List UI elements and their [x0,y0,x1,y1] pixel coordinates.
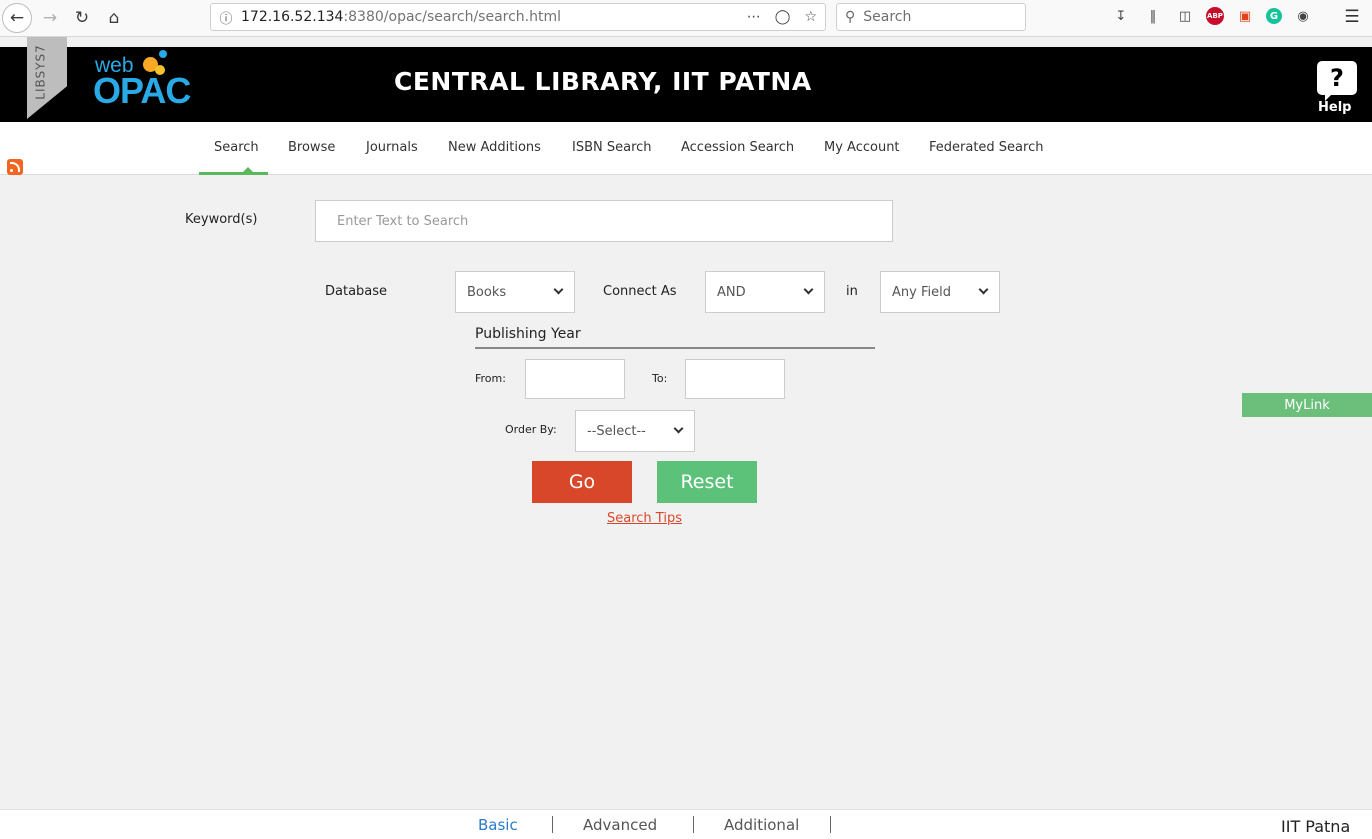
account-icon[interactable]: ◉ [1292,5,1314,27]
footer [0,809,1372,839]
chevron-down-icon [553,284,564,295]
go-button[interactable]: Go [532,461,632,503]
connect-as-label: Connect As [603,284,677,299]
active-tab-indicator [199,172,268,175]
publishing-year-heading: Publishing Year [475,326,875,349]
year-to-input[interactable] [685,359,785,399]
grammarly-icon[interactable]: G [1266,8,1282,24]
chevron-down-icon [978,284,989,295]
reload-icon[interactable]: ↻ [68,4,96,32]
order-by-value: --Select-- [587,423,646,439]
download-icon[interactable]: ↧ [1110,5,1132,27]
rss-icon[interactable] [7,159,23,175]
home-icon[interactable]: ⌂ [100,4,128,32]
database-label: Database [325,284,388,299]
chevron-down-icon [803,284,814,295]
footer-org-name: IIT Patna [1281,817,1351,836]
search-icon: ⚲ [845,9,856,25]
keyword-label: Keyword(s) [185,212,258,227]
connect-as-value: AND [717,284,746,300]
tab-isbn-search[interactable]: ISBN Search [572,140,652,155]
url-path: :8380/opac/search/search.html [343,9,562,25]
ribbon-label: LIBSYS7 [34,44,49,100]
help-label[interactable]: Help [1318,100,1351,115]
from-label: From: [475,372,506,385]
search-tips-link[interactable]: Search Tips [607,511,682,526]
help-icon[interactable]: ? [1317,61,1357,101]
database-select[interactable]: Books [455,271,575,313]
footer-divider [830,816,831,833]
field-value: Any Field [892,284,951,300]
back-icon[interactable]: ← [2,3,32,33]
forward-icon[interactable]: → [36,4,64,32]
library-icon[interactable]: ‖ [1142,5,1164,27]
url-host: 172.16.52.134 [241,9,344,25]
tab-my-account[interactable]: My Account [824,140,900,155]
order-by-label: Order By: [505,423,557,436]
tab-additional[interactable]: Additional [724,816,799,834]
tab-advanced[interactable]: Advanced [583,816,657,834]
tab-accession-search[interactable]: Accession Search [681,140,794,155]
mylink-button[interactable]: MyLink [1242,393,1372,417]
keyword-input[interactable] [315,200,893,242]
field-select[interactable]: Any Field [880,271,1000,313]
screenshot-icon[interactable]: ▣ [1234,5,1256,27]
logo-opac-text: OPAC [93,70,191,111]
menu-icon[interactable]: ☰ [1340,5,1364,29]
page-title: CENTRAL LIBRARY, IIT PATNA [394,67,812,96]
order-by-select[interactable]: --Select-- [575,410,695,452]
active-tab-caret [243,167,253,172]
reset-button[interactable]: Reset [657,461,757,503]
footer-divider [693,816,694,833]
pocket-icon[interactable]: ◯ [775,9,791,25]
year-from-input[interactable] [525,359,625,399]
to-label: To: [652,372,668,385]
chevron-down-icon [673,423,684,434]
url-bar[interactable]: ⓘ 172.16.52.134 :8380/opac/search/search… [210,3,826,31]
bookmark-star-icon[interactable]: ☆ [804,9,817,25]
browser-search-placeholder: Search [863,9,912,25]
footer-divider [552,816,553,833]
adblock-icon[interactable]: ABP [1206,7,1224,25]
tab-new-additions[interactable]: New Additions [448,140,541,155]
sidebar-icon[interactable]: ◫ [1174,5,1196,27]
database-value: Books [467,284,507,300]
info-icon[interactable]: ⓘ [211,8,241,27]
browser-search-field[interactable]: ⚲ Search [836,3,1026,31]
in-label: in [846,284,858,299]
tab-browse[interactable]: Browse [288,140,335,155]
tab-basic[interactable]: Basic [478,816,518,834]
tab-journals[interactable]: Journals [366,140,418,155]
tab-federated-search[interactable]: Federated Search [929,140,1043,155]
more-icon[interactable]: ⋯ [747,9,761,25]
tab-search[interactable]: Search [214,140,259,155]
connect-as-select[interactable]: AND [705,271,825,313]
browser-toolbar: ← → ↻ ⌂ ⓘ 172.16.52.134 :8380/opac/searc… [0,0,1372,37]
logo-dot [159,50,167,58]
